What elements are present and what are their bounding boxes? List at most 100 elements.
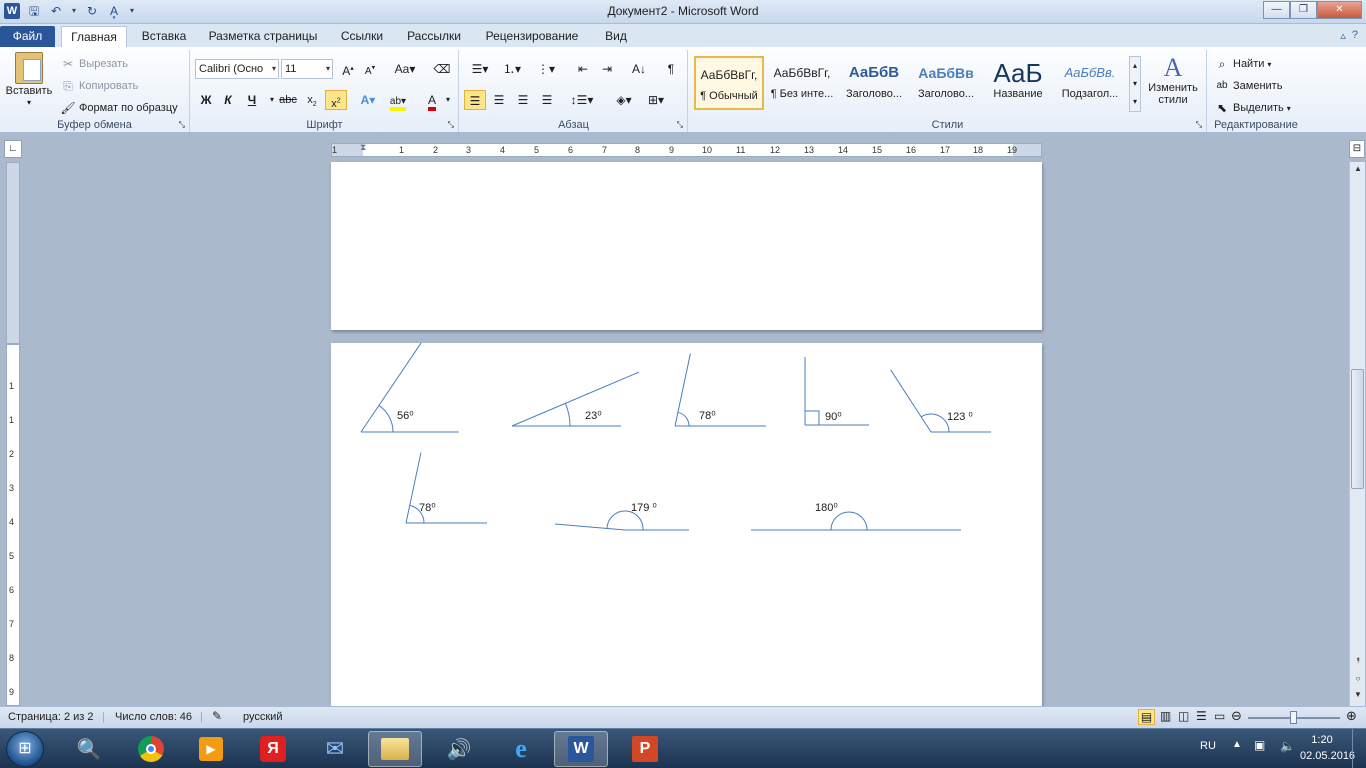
tab-file[interactable]: Файл bbox=[0, 26, 55, 47]
decrease-indent-button[interactable]: ⇤ bbox=[572, 59, 594, 79]
bullets-button[interactable]: ☰▾ bbox=[466, 59, 494, 79]
font-color-button[interactable]: A bbox=[421, 90, 443, 111]
increase-indent-button[interactable]: ⇥ bbox=[596, 59, 618, 79]
start-button[interactable]: ⊞ bbox=[6, 731, 44, 767]
vertical-scrollbar[interactable]: ▲ ⯭ ○ ▼ bbox=[1349, 162, 1365, 706]
style-no-spacing[interactable]: АаБбВвГг, ¶ Без инте... bbox=[767, 56, 837, 110]
grow-font-button[interactable]: A▴ bbox=[337, 59, 359, 79]
style-title[interactable]: АаБ Название bbox=[983, 56, 1053, 110]
scroll-down-icon[interactable]: ▼ bbox=[1352, 690, 1364, 699]
taskbar-internet-explorer[interactable]: e bbox=[494, 731, 548, 767]
show-desktop-button[interactable] bbox=[1352, 729, 1366, 768]
taskbar-mail[interactable]: ✉ bbox=[308, 731, 362, 767]
zoom-out-icon[interactable]: ⊖ bbox=[1231, 708, 1242, 724]
style-subtitle[interactable]: АаБбВв. Подзагол... bbox=[1055, 56, 1125, 110]
text-effects-button[interactable]: A▾ bbox=[357, 90, 379, 110]
word-count[interactable]: Число слов: 46 bbox=[115, 711, 192, 723]
web-layout-view-icon[interactable]: ◫ bbox=[1178, 709, 1189, 723]
tab-review[interactable]: Рецензирование bbox=[476, 26, 588, 47]
clock-date[interactable]: 02.05.2016 bbox=[1300, 750, 1355, 762]
align-right-button[interactable]: ☰ bbox=[512, 90, 534, 110]
superscript-button[interactable]: x2 bbox=[325, 90, 347, 110]
more-styles-icon[interactable]: ▾ bbox=[1130, 93, 1140, 111]
numbering-button[interactable]: ⒈▾ bbox=[498, 59, 526, 79]
font-color-dropdown[interactable]: ▾ bbox=[441, 90, 455, 110]
taskbar-chrome[interactable] bbox=[124, 731, 178, 767]
scrollbar-thumb[interactable] bbox=[1351, 369, 1364, 489]
styles-scroll[interactable]: ▴ ▾ ▾ bbox=[1129, 56, 1141, 112]
format-painter-button[interactable]: 🖌 Формат по образцу bbox=[60, 100, 177, 116]
volume-icon[interactable]: 🔈 bbox=[1280, 739, 1295, 753]
change-case-button[interactable]: Aa▾ bbox=[391, 59, 419, 79]
font-size-combo[interactable]: 11 ▾ bbox=[281, 59, 333, 79]
strikethrough-button[interactable]: abc bbox=[277, 90, 299, 110]
cut-button[interactable]: ✂ Вырезать bbox=[60, 56, 128, 72]
zoom-slider-thumb[interactable] bbox=[1290, 711, 1297, 724]
style-heading-2[interactable]: АаБбВв Заголово... bbox=[911, 56, 981, 110]
right-indent-marker-icon[interactable]: ⌂ bbox=[1010, 145, 1015, 155]
taskbar-sound[interactable]: 🔊 bbox=[432, 731, 486, 767]
previous-page-icon[interactable]: ⯭ bbox=[1352, 656, 1364, 666]
draft-view-icon[interactable]: ▭ bbox=[1214, 709, 1225, 723]
underline-button[interactable]: Ч bbox=[241, 90, 263, 110]
close-button[interactable]: ✕ bbox=[1317, 1, 1362, 19]
bold-button[interactable]: Ж bbox=[195, 90, 217, 110]
copy-button[interactable]: ⎘ Копировать bbox=[60, 78, 138, 94]
tab-mailings[interactable]: Рассылки bbox=[400, 26, 468, 47]
horizontal-ruler[interactable]: 1 1 2 3 4 5 6 7 8 9 10 11 12 13 14 15 16 17 18 19 ⧗ ⌂ bbox=[331, 142, 1042, 157]
show-hidden-icons-icon[interactable]: ▲ bbox=[1232, 739, 1242, 750]
network-icon[interactable]: ▣ bbox=[1254, 738, 1265, 752]
tab-references[interactable]: Ссылки bbox=[332, 26, 392, 47]
taskbar-explorer[interactable] bbox=[368, 731, 422, 767]
tab-insert[interactable]: Вставка bbox=[134, 26, 194, 47]
scroll-up-icon[interactable]: ▲ bbox=[1352, 164, 1364, 173]
zoom-in-icon[interactable]: ⊕ bbox=[1346, 708, 1357, 724]
page-2[interactable]: 56⁰ 23⁰ 78⁰ 90⁰ 123 ⁰ 78⁰ 179 ⁰ 180⁰ bbox=[331, 343, 1042, 706]
taskbar-media-player[interactable]: ▶ bbox=[184, 731, 238, 767]
minimize-button[interactable]: — bbox=[1263, 1, 1290, 19]
multilevel-list-button[interactable]: ⋮▾ bbox=[532, 59, 560, 79]
shrink-font-button[interactable]: A▾ bbox=[359, 59, 381, 79]
justify-button[interactable]: ☰ bbox=[536, 90, 558, 110]
borders-button[interactable]: ⊞▾ bbox=[642, 90, 670, 110]
shading-button[interactable]: ◈▾ bbox=[610, 90, 638, 110]
taskbar-word[interactable]: W bbox=[554, 731, 608, 767]
align-left-button[interactable]: ☰ bbox=[464, 90, 486, 110]
chevron-down-icon[interactable]: ▾ bbox=[1130, 75, 1140, 93]
font-name-combo[interactable]: Calibri (Осно ▾ bbox=[195, 59, 279, 79]
clear-formatting-button[interactable]: ⌫ bbox=[431, 59, 453, 79]
dialog-launcher-icon[interactable]: ⤡ bbox=[179, 120, 185, 130]
replace-button[interactable]: ab Заменить bbox=[1214, 78, 1282, 94]
subscript-button[interactable]: x2 bbox=[301, 90, 323, 110]
browse-object-icon[interactable]: ○ bbox=[1352, 674, 1364, 683]
page-1[interactable] bbox=[331, 162, 1042, 330]
paste-button[interactable]: Вставить ▾ bbox=[4, 52, 54, 107]
proofing-icon[interactable]: ✎ bbox=[212, 709, 222, 723]
dialog-launcher-icon[interactable]: ⤡ bbox=[677, 120, 683, 130]
change-styles-button[interactable]: A Изменить стили bbox=[1145, 54, 1201, 107]
tab-home[interactable]: Главная bbox=[61, 26, 127, 47]
line-spacing-button[interactable]: ↕☰▾ bbox=[568, 90, 596, 110]
style-heading-1[interactable]: АаБбВ Заголово... bbox=[839, 56, 909, 110]
keyboard-language[interactable]: RU bbox=[1200, 740, 1216, 752]
dialog-launcher-icon[interactable]: ⤡ bbox=[448, 120, 454, 130]
dialog-launcher-icon[interactable]: ⤡ bbox=[1196, 120, 1202, 130]
full-screen-view-icon[interactable]: ▥ bbox=[1160, 709, 1171, 723]
page-count[interactable]: Страница: 2 из 2 bbox=[8, 711, 94, 723]
italic-button[interactable]: К bbox=[217, 90, 239, 110]
outline-view-icon[interactable]: ☰ bbox=[1196, 709, 1207, 723]
vertical-ruler[interactable]: 1 1 2 3 4 5 6 7 8 9 bbox=[6, 344, 20, 706]
minimize-ribbon-icon[interactable]: ▵ bbox=[1340, 29, 1346, 42]
taskbar-magnifier[interactable]: 🔍 bbox=[62, 731, 116, 767]
chevron-up-icon[interactable]: ▴ bbox=[1130, 57, 1140, 75]
align-center-button[interactable]: ☰ bbox=[488, 90, 510, 110]
find-button[interactable]: ⌕ Найти ▾ bbox=[1214, 56, 1272, 72]
clock-time[interactable]: 1:20 bbox=[1302, 734, 1342, 746]
style-normal[interactable]: АаБбВвГг, ¶ Обычный bbox=[694, 56, 764, 110]
indent-marker-icon[interactable]: ⧗ bbox=[360, 142, 366, 153]
sort-button[interactable]: A↓ bbox=[628, 59, 650, 79]
help-icon[interactable]: ? bbox=[1352, 29, 1358, 42]
maximize-button[interactable]: ❐ bbox=[1290, 1, 1317, 19]
language-indicator[interactable]: русский bbox=[243, 711, 282, 723]
select-button[interactable]: ⬉ Выделить ▾ bbox=[1214, 100, 1291, 116]
